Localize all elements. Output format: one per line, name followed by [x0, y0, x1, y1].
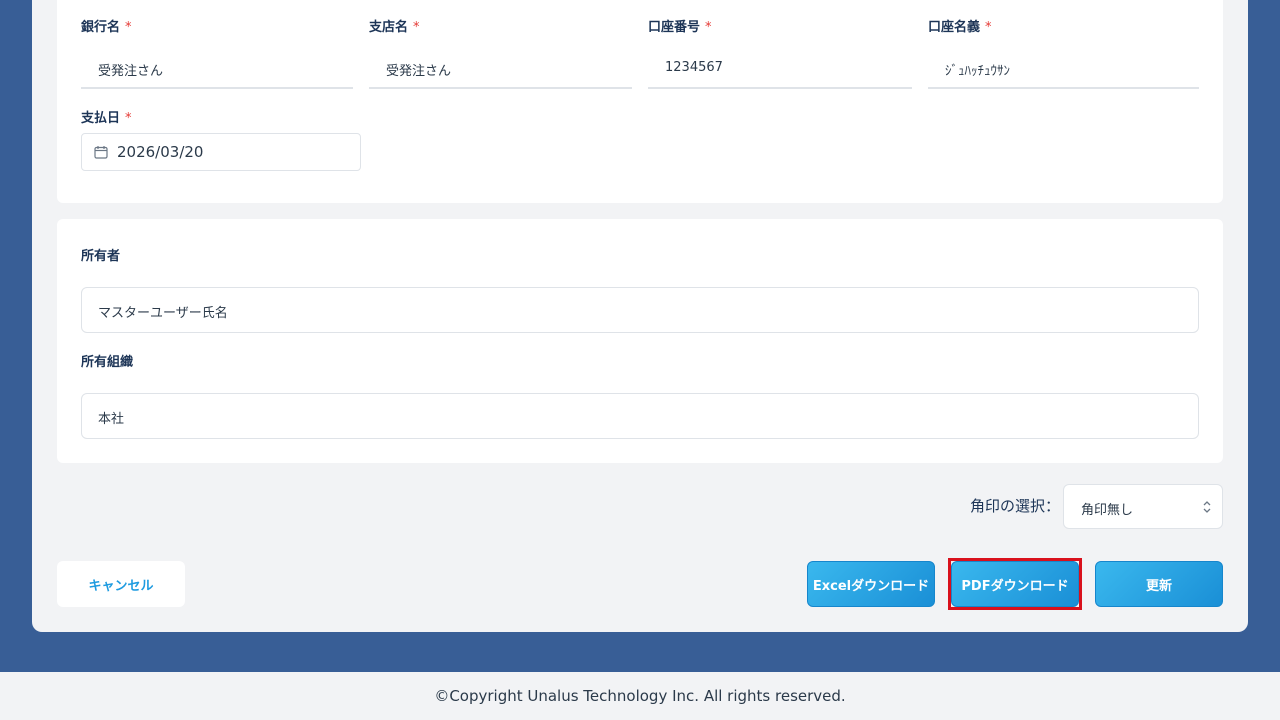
- cancel-button[interactable]: キャンセル: [57, 561, 185, 607]
- payment-date-label: 支払日 *: [81, 111, 132, 126]
- required-mark: *: [125, 111, 132, 126]
- required-mark: *: [413, 20, 420, 35]
- account-holder-input[interactable]: ｼﾞｭﾊｯﾁｭｳｻﾝ: [928, 47, 1199, 89]
- bank-name-label: 銀行名 *: [81, 20, 132, 35]
- copyright-text: ©Copyright Unalus Technology Inc. All ri…: [434, 687, 846, 705]
- seal-select-label: 角印の選択：: [970, 497, 1061, 515]
- ownership-card: 所有者 マスターユーザー氏名 所有組織 本社: [57, 219, 1223, 463]
- seal-select[interactable]: 角印無し: [1063, 484, 1223, 529]
- required-mark: *: [705, 20, 712, 35]
- pdf-download-button[interactable]: PDFダウンロード: [951, 561, 1079, 607]
- required-mark: *: [985, 20, 992, 35]
- bank-name-input[interactable]: 受発注さん: [81, 47, 353, 89]
- payment-date-value: 2026/03/20: [117, 143, 204, 161]
- update-button[interactable]: 更新: [1095, 561, 1223, 607]
- org-input[interactable]: 本社: [81, 393, 1199, 439]
- excel-download-button[interactable]: Excelダウンロード: [807, 561, 935, 607]
- form-panel: 銀行名 * 受発注さん 支店名 * 受発注さん 口座番号 * 1234567 口座名義…: [32, 0, 1248, 632]
- footer: ©Copyright Unalus Technology Inc. All ri…: [0, 672, 1280, 720]
- bank-info-card: 銀行名 * 受発注さん 支店名 * 受発注さん 口座番号 * 1234567 口座名義…: [57, 0, 1223, 203]
- branch-name-input[interactable]: 受発注さん: [369, 47, 632, 89]
- owner-input[interactable]: マスターユーザー氏名: [81, 287, 1199, 333]
- account-number-label: 口座番号 *: [648, 20, 712, 35]
- org-label: 所有組織: [81, 355, 134, 370]
- payment-date-picker[interactable]: 2026/03/20: [81, 133, 361, 171]
- required-mark: *: [125, 20, 132, 35]
- seal-selected-value: 角印無し: [1081, 503, 1134, 518]
- account-holder-label: 口座名義 *: [928, 20, 992, 35]
- calendar-icon: [94, 146, 108, 159]
- account-number-input[interactable]: 1234567: [648, 47, 912, 89]
- chevron-updown-icon: [1203, 501, 1211, 513]
- owner-label: 所有者: [81, 249, 121, 264]
- branch-name-label: 支店名 *: [369, 20, 420, 35]
